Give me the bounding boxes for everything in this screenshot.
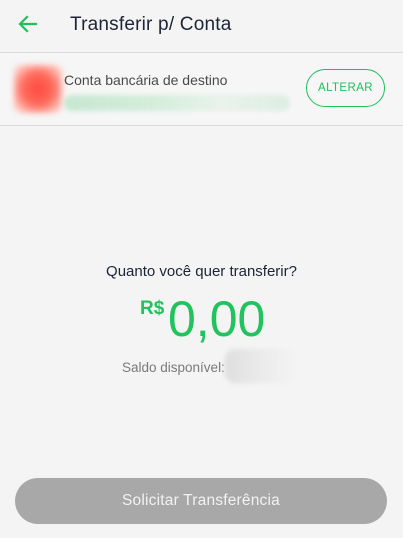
destination-account-card: Conta bancária de destino ALTERAR bbox=[0, 53, 403, 125]
destination-label: Conta bancária de destino bbox=[64, 72, 228, 88]
transfer-screen: Transferir p/ Conta Conta bancária de de… bbox=[0, 0, 403, 538]
balance-label: Saldo disponível: bbox=[122, 360, 225, 375]
currency-symbol: R$ bbox=[140, 298, 165, 319]
destination-account-details-redacted bbox=[64, 95, 290, 111]
bank-logo bbox=[14, 65, 62, 113]
request-transfer-button[interactable]: Solicitar Transferência bbox=[15, 478, 387, 524]
balance-value-redacted bbox=[225, 349, 297, 383]
amount-row: R$ bbox=[0, 292, 403, 348]
back-button[interactable] bbox=[12, 10, 44, 42]
change-account-button[interactable]: ALTERAR bbox=[306, 69, 385, 107]
amount-question: Quanto você quer transferir? bbox=[106, 263, 297, 280]
arrow-left-icon bbox=[18, 14, 38, 38]
page-title: Transferir p/ Conta bbox=[70, 14, 232, 35]
amount-input[interactable] bbox=[168, 292, 278, 346]
card-divider bbox=[0, 125, 403, 126]
top-app-bar: Transferir p/ Conta bbox=[0, 0, 403, 52]
